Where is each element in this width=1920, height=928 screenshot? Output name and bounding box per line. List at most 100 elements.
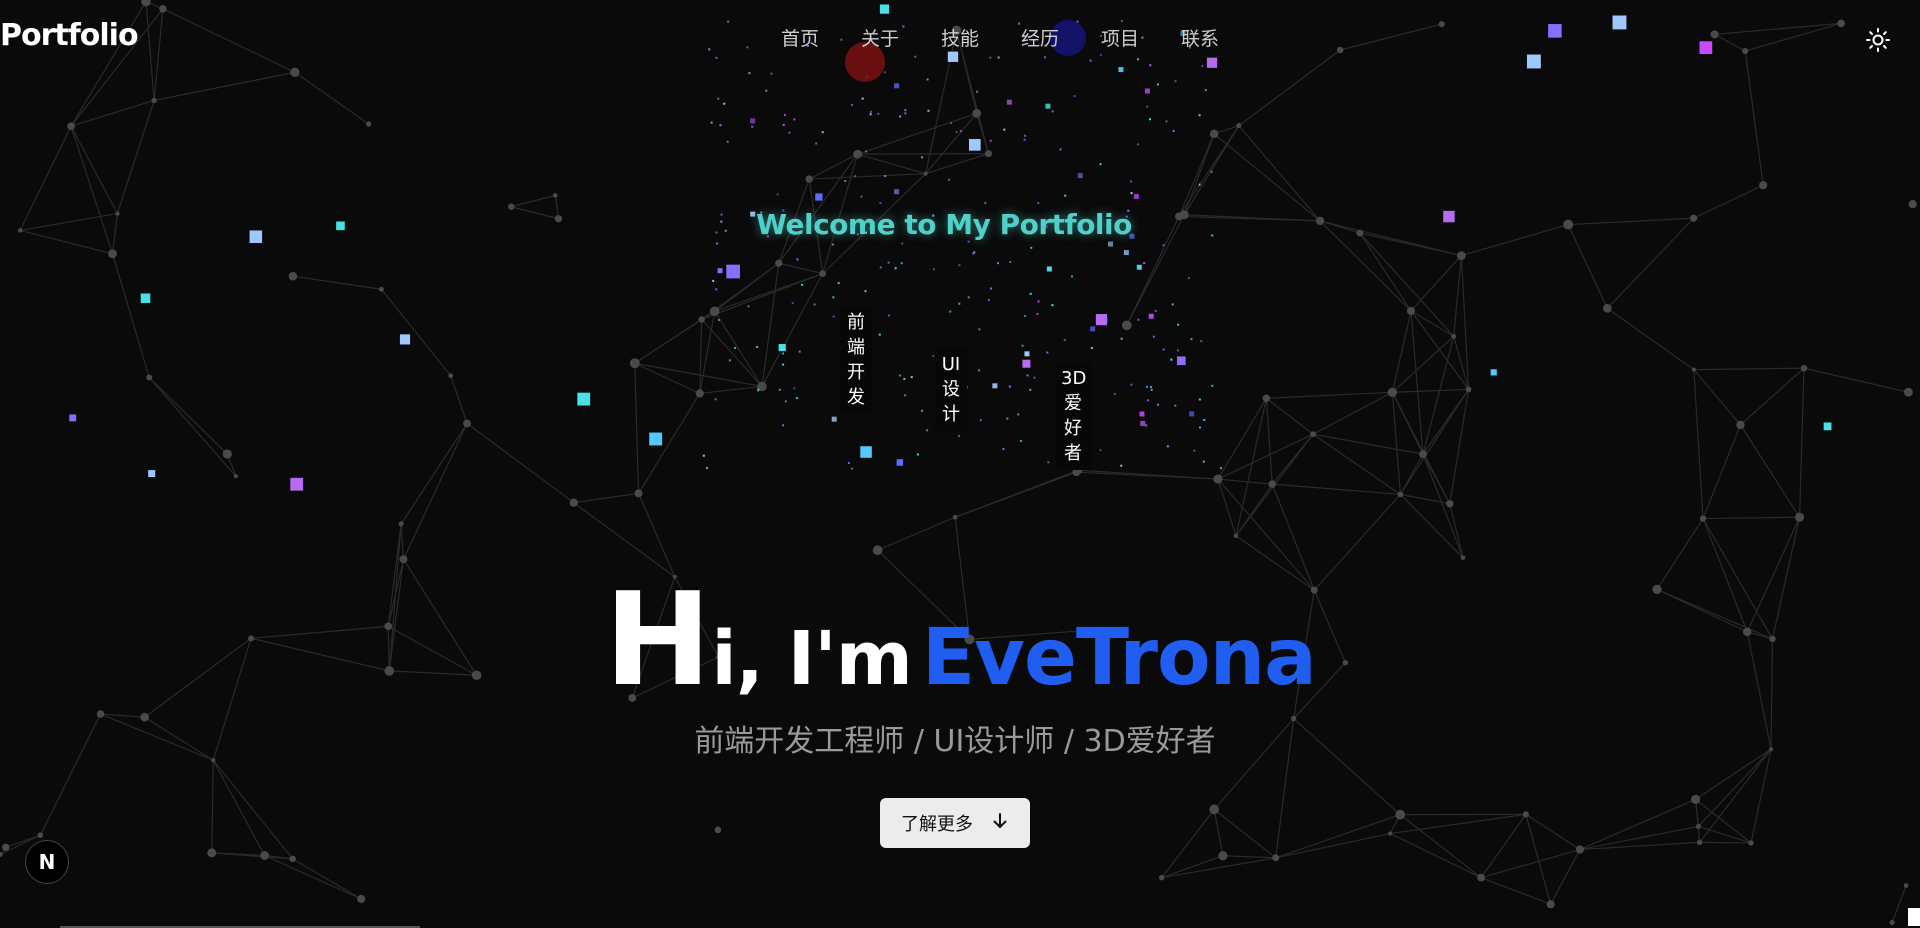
network-node — [1233, 533, 1239, 539]
network-node — [1387, 387, 1398, 398]
network-node — [1696, 839, 1703, 846]
network-node — [1209, 804, 1220, 815]
network-node — [141, 0, 151, 7]
nav-item-contact[interactable]: 联系 — [1160, 24, 1240, 51]
star-particle — [920, 409, 923, 412]
star-particle — [717, 319, 720, 322]
star-particle — [958, 302, 961, 305]
network-node — [108, 249, 117, 259]
star-particle — [1198, 398, 1201, 401]
network-node — [1546, 900, 1555, 909]
floating-square — [1612, 15, 1627, 30]
network-node — [288, 271, 298, 281]
star-particle — [1174, 404, 1177, 407]
network-node — [952, 514, 958, 520]
star-particle — [1148, 313, 1154, 319]
star-particle — [869, 110, 872, 113]
star-particle — [1150, 388, 1153, 391]
star-particle — [949, 310, 952, 313]
star-particle — [903, 377, 906, 380]
network-node — [972, 108, 982, 118]
network-node — [1310, 431, 1317, 438]
network-node — [1465, 386, 1472, 393]
nav-item-projects[interactable]: 项目 — [1080, 24, 1160, 51]
star-particle — [878, 333, 881, 336]
nav-item-about[interactable]: 关于 — [840, 24, 920, 51]
star-particle — [864, 290, 867, 293]
network-node — [1710, 30, 1719, 39]
nav-item-home[interactable]: 首页 — [760, 24, 840, 51]
nav-item-skills[interactable]: 技能 — [920, 24, 1000, 51]
star-particle — [861, 97, 864, 100]
next-logo-icon[interactable]: N — [25, 840, 69, 884]
network-node — [1748, 840, 1754, 846]
hero-greeting-initial: H — [604, 566, 712, 715]
star-particle — [948, 178, 951, 181]
star-particle — [793, 387, 796, 390]
star-particle — [1150, 386, 1153, 389]
star-particle — [887, 261, 890, 264]
star-particle — [1051, 304, 1054, 307]
next-badge-letter: N — [38, 850, 56, 874]
star-particle — [932, 354, 935, 357]
network-node — [1315, 216, 1325, 226]
star-particle — [1009, 260, 1012, 263]
star-particle — [1120, 20, 1123, 23]
star-particle — [1108, 241, 1114, 247]
network-node — [260, 851, 269, 860]
star-particle — [926, 429, 929, 432]
network-node — [1522, 811, 1529, 818]
star-particle — [714, 398, 717, 401]
star-particle — [1152, 335, 1155, 338]
star-particle — [1099, 53, 1102, 56]
theme-toggle-button[interactable] — [1864, 26, 1892, 54]
star-particle — [879, 266, 882, 269]
star-particle — [854, 175, 857, 178]
star-particle — [832, 296, 835, 299]
network-node — [629, 358, 640, 369]
star-particle — [724, 229, 727, 232]
star-particle — [1024, 351, 1030, 357]
star-particle — [1170, 358, 1173, 361]
star-particle — [796, 258, 799, 261]
star-particle — [1063, 339, 1066, 342]
network-node — [378, 286, 384, 292]
star-particle — [1099, 163, 1102, 166]
star-particle — [984, 201, 987, 204]
star-particle — [1130, 180, 1133, 183]
star-particle — [837, 282, 840, 285]
learn-more-label: 了解更多 — [901, 814, 973, 835]
star-particle — [1198, 183, 1201, 186]
floating-square — [879, 4, 890, 14]
learn-more-button[interactable]: 了解更多 — [880, 798, 1030, 848]
star-particle — [1219, 467, 1222, 470]
site-logo[interactable]: Portfolio — [0, 18, 139, 53]
arrow-down-icon — [991, 811, 1009, 835]
nav-item-experience[interactable]: 经历 — [1000, 24, 1080, 51]
star-particle — [821, 131, 824, 134]
star-particle — [1172, 129, 1175, 132]
network-node — [698, 316, 705, 323]
network-node — [709, 306, 720, 317]
star-particle — [1202, 460, 1205, 463]
particle-network-background — [0, 0, 1917, 926]
star-particle — [904, 109, 907, 112]
star-particle — [1120, 464, 1123, 467]
floating-square — [1490, 369, 1497, 376]
star-particle — [1156, 83, 1159, 86]
star-particle — [1136, 143, 1139, 146]
star-particle — [989, 56, 992, 59]
network-node — [1690, 794, 1701, 804]
star-particle — [832, 315, 835, 318]
floating-square — [896, 459, 904, 466]
star-particle — [1146, 105, 1149, 108]
star-particle — [997, 262, 1000, 265]
floating-square — [69, 414, 77, 422]
star-particle — [1204, 89, 1207, 92]
star-particle — [1200, 340, 1203, 343]
star-particle — [901, 242, 904, 245]
star-particle — [1045, 103, 1051, 109]
star-particle — [726, 140, 729, 143]
star-particle — [1139, 411, 1145, 417]
star-particle — [798, 350, 801, 353]
